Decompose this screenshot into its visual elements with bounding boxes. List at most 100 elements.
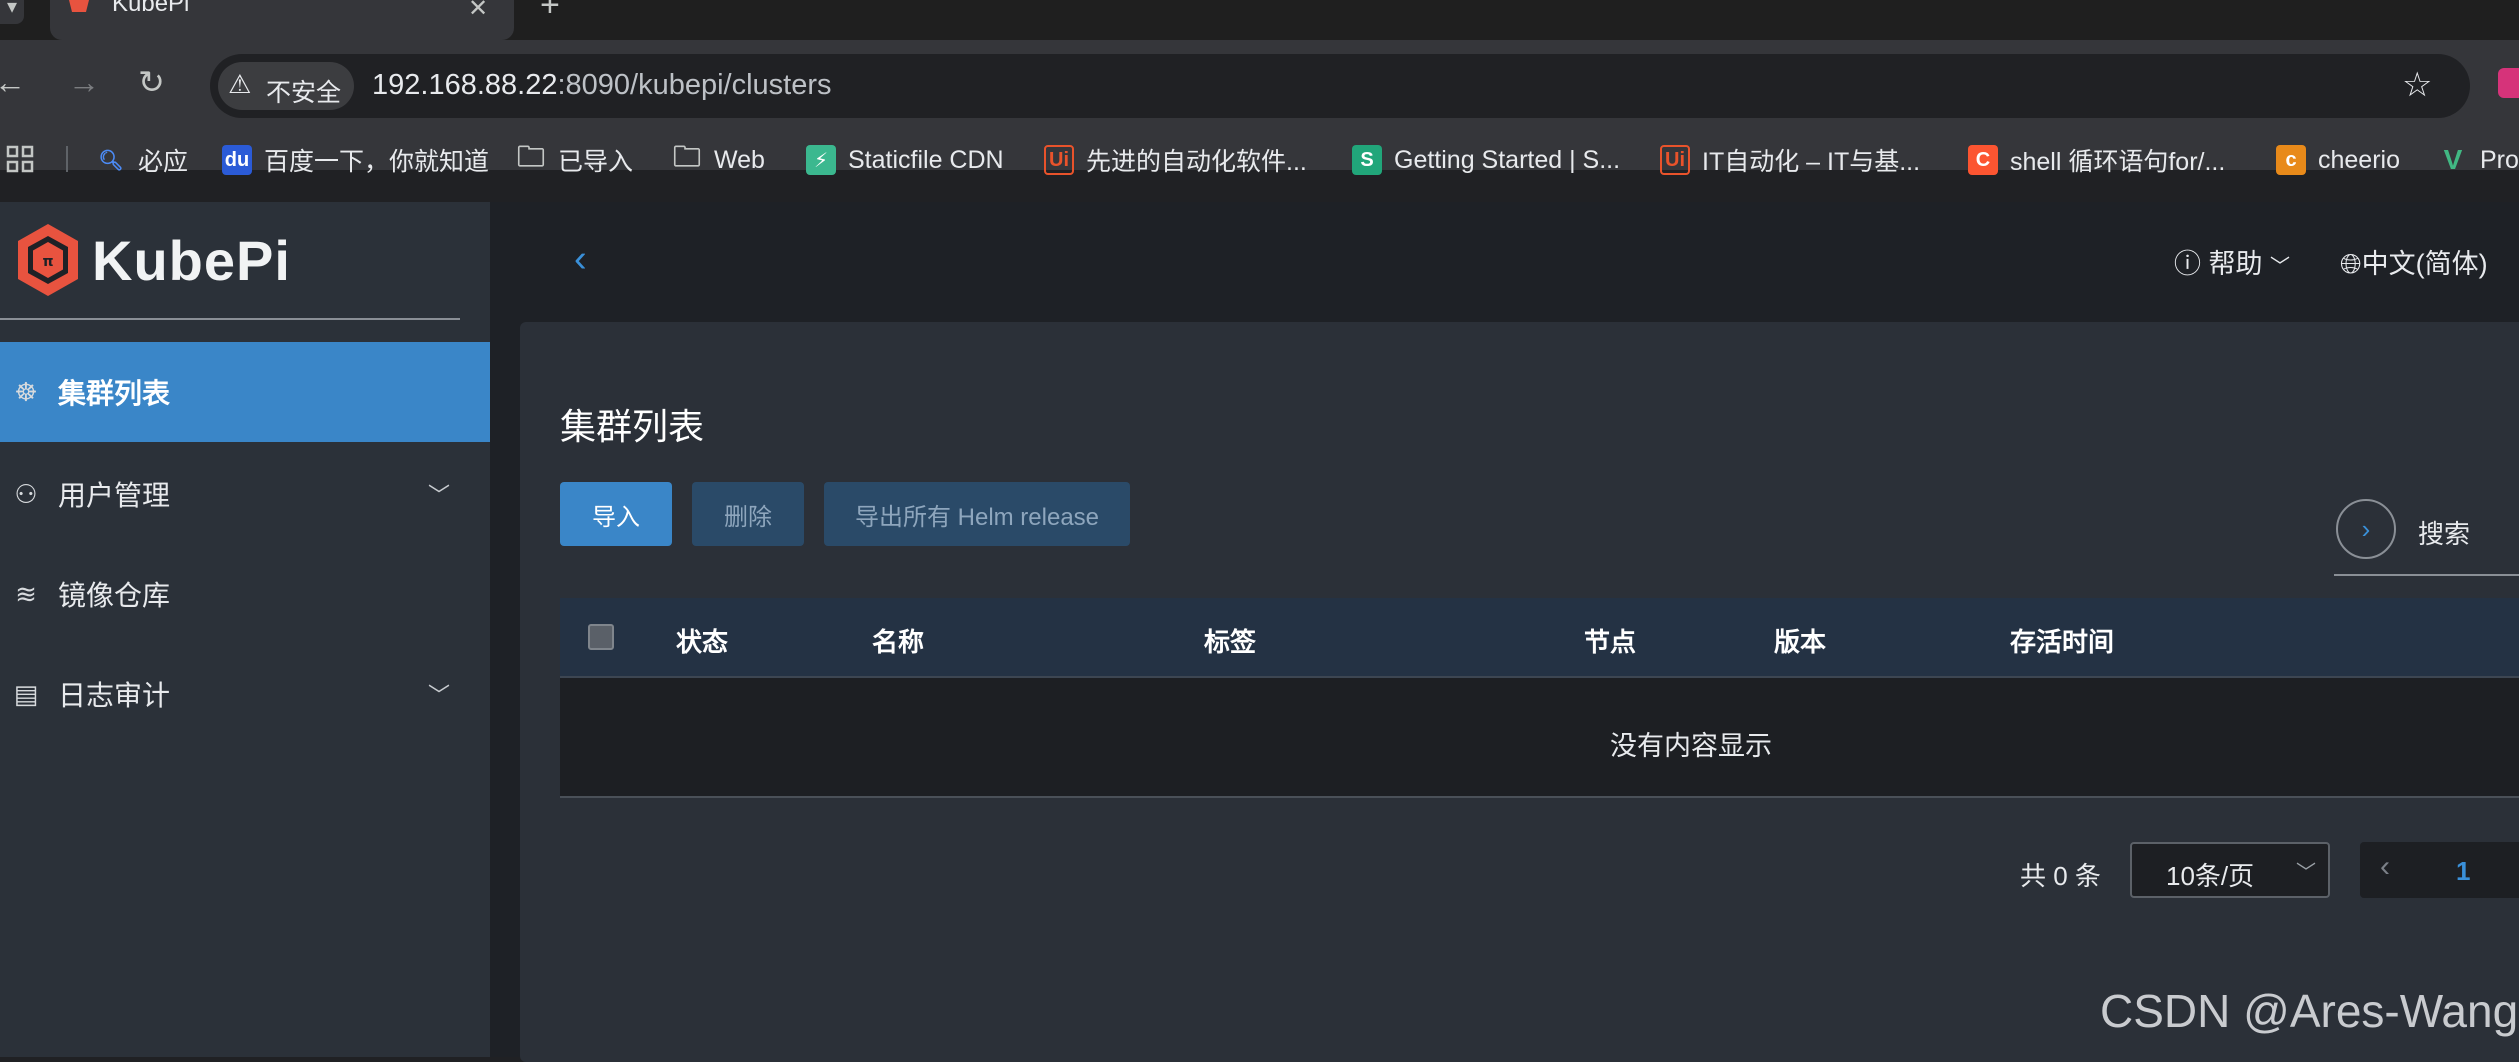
table-body — [560, 678, 2519, 798]
users-icon: ⚇ — [14, 478, 38, 509]
staticfile-icon: ⚡ — [806, 145, 836, 175]
layers-icon: ≋ — [15, 578, 37, 609]
bookmark-item[interactable]: V Pro — [2438, 140, 2519, 180]
kubepi-logo-icon: π — [18, 224, 78, 296]
chevron-down-icon: ﹀ — [428, 683, 451, 708]
help-menu[interactable]: ⓘ 帮助 ﹀ — [2174, 242, 2290, 281]
search-icon: 🔍︎ — [98, 149, 124, 172]
vue-icon: V — [2443, 144, 2463, 175]
help-label: 帮助 — [2208, 249, 2263, 279]
sidebar-item-label: 日志审计 — [58, 680, 171, 711]
column-header-nodes[interactable]: 节点 — [1584, 622, 1636, 659]
export-helm-release-button[interactable]: 导出所有 Helm release — [824, 482, 1130, 546]
apps-grid-icon[interactable] — [6, 145, 34, 173]
warning-icon: ⚠ — [228, 69, 252, 99]
bookmark-label: Web — [714, 145, 765, 174]
bookmark-label: Getting Started | S... — [1394, 145, 1621, 174]
tab-search-button[interactable]: ▾ — [0, 0, 24, 24]
logo-text: KubePi — [92, 229, 291, 292]
bookmark-item[interactable]: du 百度一下，你就知道 — [222, 140, 489, 180]
language-label: 中文(简体) — [2361, 249, 2488, 279]
security-label: 不安全 — [266, 79, 342, 107]
chevron-right-icon: › — [2361, 513, 2371, 544]
chevron-down-icon: ﹀ — [2270, 256, 2291, 278]
column-header-name[interactable]: 名称 — [872, 622, 924, 659]
column-header-labels[interactable]: 标签 — [1204, 622, 1256, 659]
previous-page-icon[interactable]: ‹ — [2380, 850, 2390, 884]
page-title: 集群列表 — [560, 406, 705, 447]
s-icon: S — [1352, 145, 1382, 175]
table-header — [560, 598, 2519, 678]
reload-icon[interactable]: ↻ — [138, 63, 165, 101]
helm-wheel-icon: ☸ — [14, 376, 38, 407]
bookmark-item[interactable]: S Getting Started | S... — [1352, 140, 1620, 180]
bookmark-star-icon[interactable]: ☆ — [2402, 65, 2432, 105]
tab-close-icon[interactable]: ✕ — [468, 0, 488, 23]
bookmark-item[interactable]: 🔍︎ 必应 — [96, 140, 188, 180]
sidebar-item-label: 用户管理 — [58, 480, 171, 511]
document-icon: ▤ — [13, 678, 39, 709]
extension-icon[interactable] — [2498, 68, 2519, 98]
delete-button[interactable]: 删除 — [692, 482, 804, 546]
sidebar-item-audit[interactable]: ▤ 日志审计 ﹀ — [0, 644, 490, 744]
search-toggle-button[interactable]: › — [2336, 499, 2396, 559]
forward-arrow-icon[interactable]: → — [68, 64, 100, 101]
bookmark-label: Staticfile CDN — [848, 145, 1004, 174]
bookmark-label: 先进的自动化软件... — [1086, 148, 1307, 176]
logo-divider — [0, 318, 460, 320]
chevron-down-icon: ﹀ — [428, 483, 451, 508]
folder-icon: 🗀 — [672, 141, 701, 172]
collapse-sidebar-icon[interactable]: ‹ — [574, 238, 587, 281]
bookmark-label: 已导入 — [558, 148, 634, 176]
bookmark-label: Pro — [2480, 145, 2519, 174]
bookmark-separator — [66, 146, 68, 172]
sidebar-item-clusters[interactable]: ☸ 集群列表 — [0, 342, 490, 442]
column-header-status[interactable]: 状态 — [676, 622, 728, 659]
sidebar-item-label: 镜像仓库 — [58, 580, 171, 611]
column-header-version[interactable]: 版本 — [1774, 622, 1826, 659]
page-size-value: 10条/页 — [2166, 861, 2255, 891]
bookmark-folder[interactable]: 🗀 Web — [672, 140, 765, 180]
sidebar-item-users[interactable]: ⚇ 用户管理 ﹀ — [0, 444, 490, 544]
bookmark-item[interactable]: c cheerio — [2276, 140, 2400, 180]
new-tab-icon[interactable]: + — [540, 0, 560, 25]
sidebar-item-registry[interactable]: ≋ 镜像仓库 — [0, 544, 490, 644]
tab-title: KubePi — [112, 0, 190, 17]
globe-icon: 🌐︎ — [2340, 249, 2362, 279]
column-header-uptime[interactable]: 存活时间 — [2010, 622, 2114, 659]
baidu-icon: du — [222, 145, 252, 175]
bookmark-label: shell 循环语句for/... — [2010, 148, 2226, 176]
select-all-checkbox[interactable] — [588, 624, 614, 650]
bookmark-item[interactable]: Ui 先进的自动化软件... — [1044, 140, 1307, 180]
search-underline — [2334, 574, 2519, 576]
kubepi-favicon-icon — [69, 0, 89, 12]
url-text[interactable]: 192.168.88.22:8090/kubepi/clusters — [372, 69, 832, 102]
bookmark-item[interactable]: C shell 循环语句for/... — [1968, 140, 2225, 180]
chevron-down-icon: ﹀ — [2296, 862, 2316, 884]
bookmark-label: cheerio — [2318, 145, 2400, 174]
bookmark-item[interactable]: Ui IT自动化 – IT与基... — [1660, 140, 1920, 180]
pagination-total: 共 0 条 — [2020, 861, 2101, 891]
search-label[interactable]: 搜索 — [2418, 514, 2470, 551]
sidebar-item-label: 集群列表 — [58, 378, 171, 409]
bookmark-label: 百度一下，你就知道 — [264, 148, 490, 176]
language-selector[interactable]: 🌐︎中文(简体) — [2340, 242, 2488, 281]
import-button[interactable]: 导入 — [560, 482, 672, 546]
bookmark-label: 必应 — [138, 148, 189, 176]
empty-table-message: 没有内容显示 — [1610, 731, 1772, 761]
back-arrow-icon[interactable]: ← — [0, 64, 26, 101]
bookmark-folder[interactable]: 🗀 已导入 — [516, 140, 633, 180]
folder-icon: 🗀 — [516, 141, 545, 172]
url-path: :8090/kubepi/clusters — [557, 69, 832, 101]
svg-text:π: π — [42, 254, 53, 270]
csdn-icon: C — [1968, 145, 1998, 175]
watermark: CSDN @Ares-Wang — [2100, 985, 2519, 1037]
cheerio-icon: c — [2276, 145, 2306, 175]
uipath-icon: Ui — [1660, 145, 1690, 175]
bookmark-item[interactable]: ⚡ Staticfile CDN — [806, 140, 1004, 180]
help-icon: ⓘ — [2174, 249, 2201, 279]
page-number[interactable]: 1 — [2456, 856, 2470, 887]
uipath-icon: Ui — [1044, 145, 1074, 175]
bookmark-label: IT自动化 – IT与基... — [1702, 148, 1921, 176]
url-host: 192.168.88.22 — [372, 69, 558, 101]
